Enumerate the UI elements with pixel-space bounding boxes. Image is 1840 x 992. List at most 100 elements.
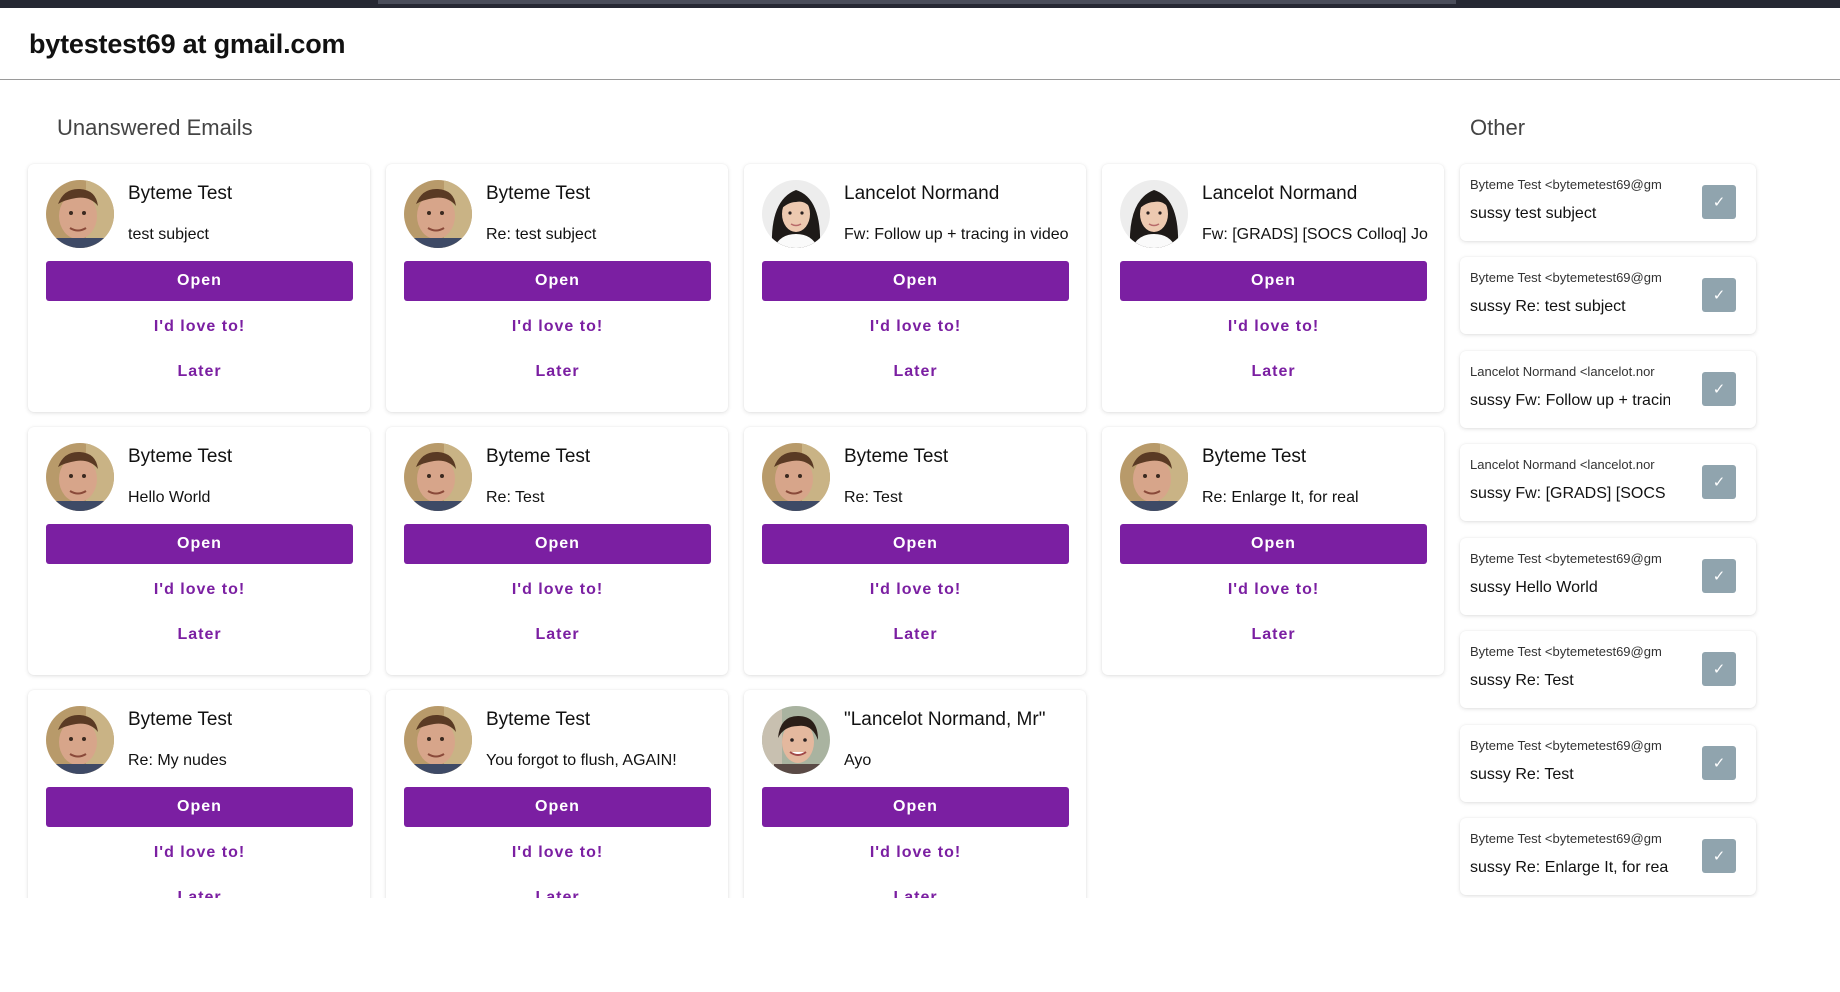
- later-button[interactable]: Later: [762, 880, 1069, 898]
- email-subject: Hello World: [128, 489, 211, 506]
- later-button[interactable]: Later: [46, 880, 353, 898]
- man-avatar: [404, 443, 472, 511]
- other-subject: sussy Re: Test: [1470, 766, 1574, 783]
- email-subject: You forgot to flush, AGAIN!: [486, 752, 677, 769]
- open-button[interactable]: Open: [46, 787, 353, 827]
- later-button[interactable]: Later: [1120, 354, 1427, 390]
- email-subject: Re: Test: [844, 489, 903, 506]
- sender-name: Byteme Test: [486, 183, 591, 204]
- email-card: Byteme Test Re: My nudes Open I'd love t…: [28, 690, 370, 898]
- other-email-item[interactable]: Lancelot Normand <lancelot.nor sussy Fw:…: [1460, 351, 1756, 428]
- email-subject: Re: test subject: [486, 226, 597, 243]
- email-card: Byteme Test Re: test subject Open I'd lo…: [386, 164, 728, 412]
- other-from: Lancelot Normand <lancelot.nor: [1470, 364, 1655, 379]
- other-from: Byteme Test <bytemetest69@gm: [1470, 270, 1662, 285]
- email-subject: Re: Enlarge It, for real: [1202, 489, 1359, 506]
- other-email-item[interactable]: Lancelot Normand <lancelot.nor sussy Fw:…: [1460, 444, 1756, 521]
- later-button[interactable]: Later: [404, 880, 711, 898]
- email-card: Byteme Test Re: Enlarge It, for real Ope…: [1102, 427, 1444, 675]
- other-subject: sussy test subject: [1470, 205, 1597, 222]
- check-icon[interactable]: ✓: [1702, 372, 1736, 406]
- open-button[interactable]: Open: [1120, 524, 1427, 564]
- other-subject: sussy Re: Enlarge It, for rea: [1470, 859, 1669, 876]
- love-button[interactable]: I'd love to!: [404, 572, 711, 608]
- person-avatar: [762, 706, 830, 774]
- email-card: Byteme Test Hello World Open I'd love to…: [28, 427, 370, 675]
- love-button[interactable]: I'd love to!: [404, 835, 711, 871]
- love-button[interactable]: I'd love to!: [1120, 572, 1427, 608]
- other-email-item[interactable]: Byteme Test <bytemetest69@gm sussy Re: t…: [1460, 257, 1756, 334]
- man-avatar: [762, 443, 830, 511]
- other-from: Byteme Test <bytemetest69@gm: [1470, 551, 1662, 566]
- open-button[interactable]: Open: [404, 787, 711, 827]
- other-subject: sussy Fw: Follow up + tracin: [1470, 392, 1670, 409]
- man-avatar: [1120, 443, 1188, 511]
- email-card: Byteme Test You forgot to flush, AGAIN! …: [386, 690, 728, 898]
- sender-name: Byteme Test: [128, 183, 233, 204]
- sender-name: Byteme Test: [1202, 446, 1307, 467]
- open-button[interactable]: Open: [404, 261, 711, 301]
- sender-name: Lancelot Normand: [1202, 183, 1358, 204]
- love-button[interactable]: I'd love to!: [1120, 309, 1427, 345]
- man-avatar: [404, 706, 472, 774]
- sender-name: Lancelot Normand: [844, 183, 1000, 204]
- open-button[interactable]: Open: [762, 787, 1069, 827]
- check-icon[interactable]: ✓: [1702, 465, 1736, 499]
- check-icon[interactable]: ✓: [1702, 746, 1736, 780]
- open-button[interactable]: Open: [46, 261, 353, 301]
- other-from: Byteme Test <bytemetest69@gm: [1470, 644, 1662, 659]
- unanswered-grid: Byteme Test test subject Open I'd love t…: [0, 0, 1840, 898]
- later-button[interactable]: Later: [762, 354, 1069, 390]
- later-button[interactable]: Later: [762, 617, 1069, 653]
- love-button[interactable]: I'd love to!: [404, 309, 711, 345]
- check-icon[interactable]: ✓: [1702, 185, 1736, 219]
- other-email-item[interactable]: Byteme Test <bytemetest69@gm sussy Re: E…: [1460, 818, 1756, 895]
- check-icon[interactable]: ✓: [1702, 278, 1736, 312]
- love-button[interactable]: I'd love to!: [762, 309, 1069, 345]
- woman-avatar: [762, 180, 830, 248]
- open-button[interactable]: Open: [404, 524, 711, 564]
- email-card: Byteme Test Re: Test Open I'd love to! L…: [744, 427, 1086, 675]
- email-subject: Re: Test: [486, 489, 545, 506]
- email-card: "Lancelot Normand, Mr" Ayo Open I'd love…: [744, 690, 1086, 898]
- other-email-item[interactable]: Byteme Test <bytemetest69@gm sussy Hello…: [1460, 538, 1756, 615]
- other-email-item[interactable]: Byteme Test <bytemetest69@gm sussy test …: [1460, 164, 1756, 241]
- other-from: Byteme Test <bytemetest69@gm: [1470, 831, 1662, 846]
- open-button[interactable]: Open: [762, 261, 1069, 301]
- open-button[interactable]: Open: [1120, 261, 1427, 301]
- love-button[interactable]: I'd love to!: [46, 572, 353, 608]
- email-subject: test subject: [128, 226, 209, 243]
- later-button[interactable]: Later: [404, 617, 711, 653]
- other-from: Lancelot Normand <lancelot.nor: [1470, 457, 1655, 472]
- open-button[interactable]: Open: [762, 524, 1069, 564]
- sender-name: Byteme Test: [486, 446, 591, 467]
- email-subject: Fw: Follow up + tracing in video: [844, 226, 1069, 243]
- man-avatar: [46, 180, 114, 248]
- later-button[interactable]: Later: [46, 617, 353, 653]
- later-button[interactable]: Later: [404, 354, 711, 390]
- other-subject: sussy Fw: [GRADS] [SOCS: [1470, 485, 1666, 502]
- email-card: Byteme Test Re: Test Open I'd love to! L…: [386, 427, 728, 675]
- woman-avatar: [1120, 180, 1188, 248]
- man-avatar: [46, 706, 114, 774]
- check-icon[interactable]: ✓: [1702, 652, 1736, 686]
- other-subject: sussy Re: Test: [1470, 672, 1574, 689]
- email-card: Byteme Test test subject Open I'd love t…: [28, 164, 370, 412]
- later-button[interactable]: Later: [46, 354, 353, 390]
- check-icon[interactable]: ✓: [1702, 559, 1736, 593]
- love-button[interactable]: I'd love to!: [762, 835, 1069, 871]
- other-email-item[interactable]: Byteme Test <bytemetest69@gm sussy Re: T…: [1460, 631, 1756, 708]
- other-from: Byteme Test <bytemetest69@gm: [1470, 738, 1662, 753]
- other-subject: sussy Hello World: [1470, 579, 1598, 596]
- open-button[interactable]: Open: [46, 524, 353, 564]
- email-subject: Ayo: [844, 752, 872, 769]
- email-card: Lancelot Normand Fw: Follow up + tracing…: [744, 164, 1086, 412]
- later-button[interactable]: Later: [1120, 617, 1427, 653]
- man-avatar: [404, 180, 472, 248]
- sender-name: Byteme Test: [844, 446, 949, 467]
- love-button[interactable]: I'd love to!: [46, 835, 353, 871]
- love-button[interactable]: I'd love to!: [762, 572, 1069, 608]
- check-icon[interactable]: ✓: [1702, 839, 1736, 873]
- other-email-item[interactable]: Byteme Test <bytemetest69@gm sussy Re: T…: [1460, 725, 1756, 802]
- love-button[interactable]: I'd love to!: [46, 309, 353, 345]
